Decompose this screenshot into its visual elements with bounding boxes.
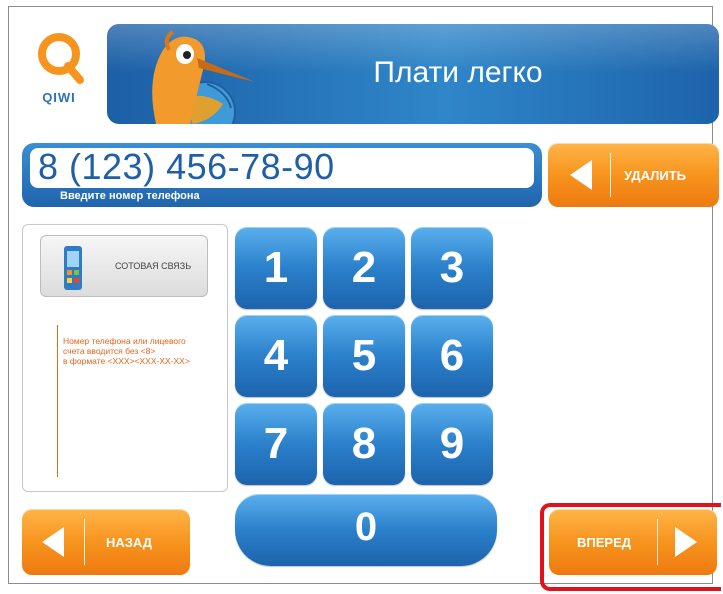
qiwi-logo-icon — [38, 33, 84, 84]
arrow-left-icon — [42, 527, 64, 557]
delete-button-label: УДАЛИТЬ — [624, 168, 686, 183]
info-panel: СОТОВАЯ СВЯЗЬ Номер телефона или лицевог… — [22, 224, 228, 492]
arrow-left-icon — [570, 160, 592, 190]
key-9[interactable]: 9 — [411, 403, 493, 485]
key-2[interactable]: 2 — [323, 227, 405, 309]
delete-button[interactable]: УДАЛИТЬ — [548, 143, 719, 207]
operator-label: СОТОВАЯ СВЯЗЬ — [115, 261, 192, 271]
info-line-1: Номер телефона или лицевого — [63, 336, 186, 346]
info-line-2: счета вводится без <8> — [63, 346, 156, 356]
back-button[interactable]: НАЗАД — [22, 509, 190, 575]
banner-title: Плати легко — [373, 56, 543, 89]
back-button-label: НАЗАД — [106, 535, 153, 550]
phone-number-value: 8 (123) 456-78-90 — [38, 146, 335, 187]
info-line-3: в формате <XXX><XXX-XX-XX> — [63, 356, 190, 366]
info-text: Номер телефона или лицевого счета вводит… — [63, 336, 227, 366]
key-8[interactable]: 8 — [323, 403, 405, 485]
phone-hint: Введите номер телефона — [60, 190, 200, 202]
qiwi-logo: QIWI — [24, 24, 94, 110]
info-divider — [57, 325, 58, 477]
key-1[interactable]: 1 — [235, 227, 317, 309]
logo-text: QIWI — [42, 90, 76, 105]
key-0[interactable]: 0 — [235, 494, 497, 566]
key-7[interactable]: 7 — [235, 403, 317, 485]
mobile-phone-icon — [64, 246, 82, 290]
phone-number-field[interactable]: 8 (123) 456-78-90 Введите номер телефона — [22, 143, 542, 207]
forward-highlight-frame — [540, 503, 721, 591]
operator-button[interactable]: СОТОВАЯ СВЯЗЬ — [40, 235, 208, 297]
phone-input-box[interactable]: 8 (123) 456-78-90 — [30, 146, 534, 188]
header-banner: Плати легко — [107, 24, 719, 124]
key-6[interactable]: 6 — [411, 315, 493, 397]
key-3[interactable]: 3 — [411, 227, 493, 309]
key-4[interactable]: 4 — [235, 315, 317, 397]
key-5[interactable]: 5 — [323, 315, 405, 397]
